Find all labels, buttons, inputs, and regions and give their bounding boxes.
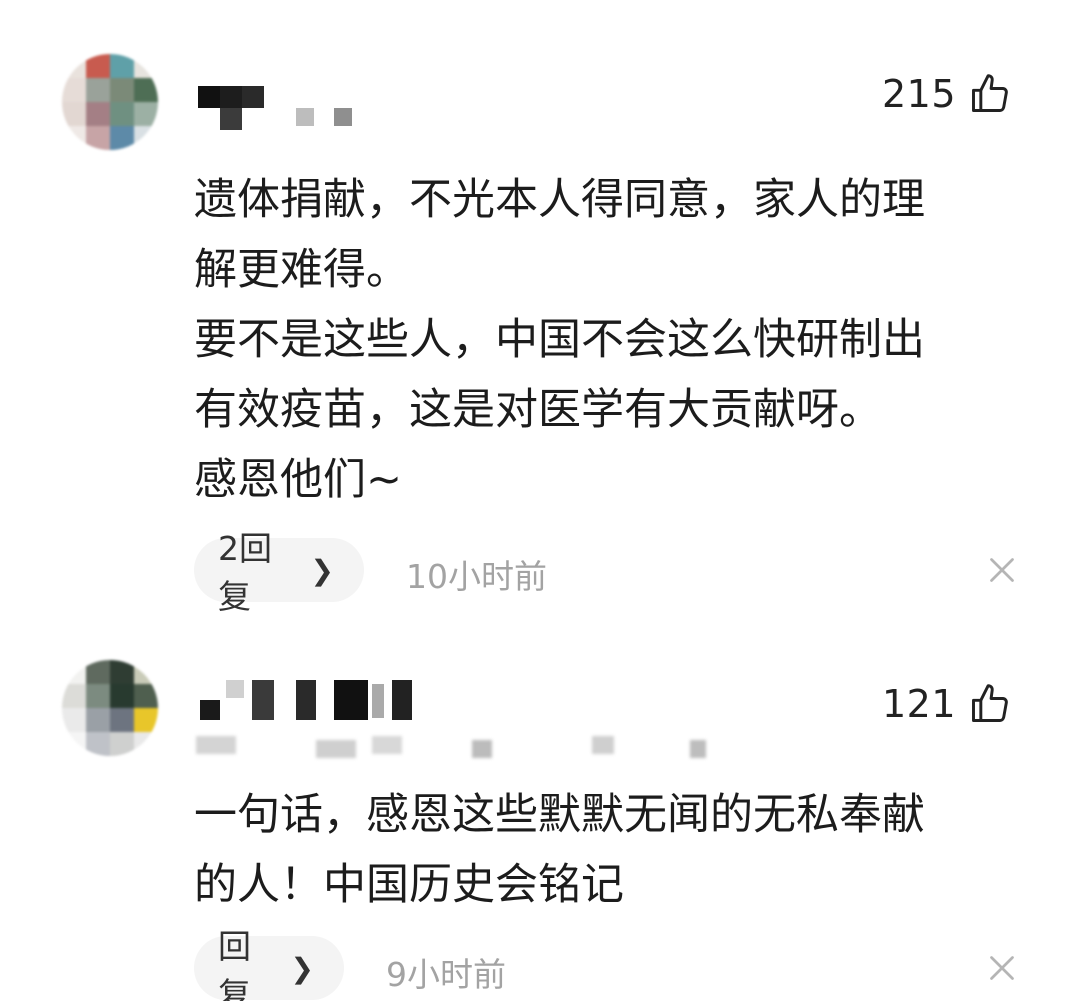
- comment-item: 215 遗体捐献，不光本人得同意，家人的理 解更难得。 要不是这些人，中国不会这…: [0, 0, 1080, 620]
- thumbs-up-icon[interactable]: [968, 682, 1012, 726]
- username-censored[interactable]: [196, 676, 426, 726]
- chevron-right-icon: ❯: [290, 951, 314, 985]
- avatar[interactable]: [62, 54, 158, 150]
- reply-label: 2回复: [218, 529, 272, 616]
- comment-text: 一句话，感恩这些默默无闻的无私奉献 的人！中国历史会铭记: [194, 790, 925, 910]
- like-counter[interactable]: 121: [882, 682, 1012, 726]
- comment-item: 121 一句话，感恩这些默默无闻的无私奉献 的人！中国历史会铭记 回复 ❯ 9小…: [0, 640, 1080, 1001]
- user-subtitle-censored: [196, 726, 836, 762]
- chevron-right-icon: ❯: [310, 553, 334, 587]
- reply-label: 回复: [218, 927, 251, 1001]
- comment-feed: 215 遗体捐献，不光本人得同意，家人的理 解更难得。 要不是这些人，中国不会这…: [0, 0, 1080, 1001]
- comment-text: 遗体捐献，不光本人得同意，家人的理 解更难得。 要不是这些人，中国不会这么快研制…: [194, 175, 925, 505]
- reply-button[interactable]: 回复 ❯: [194, 927, 344, 1001]
- timestamp: 10小时前: [406, 557, 547, 596]
- like-count: 215: [881, 72, 956, 116]
- like-counter[interactable]: 215: [882, 72, 1012, 116]
- avatar[interactable]: [62, 660, 158, 756]
- timestamp: 9小时前: [386, 955, 506, 994]
- comment-footer: 回复 ❯ 9小时前: [194, 927, 1020, 1001]
- username-censored[interactable]: [196, 82, 366, 132]
- comment-footer: 2回复 ❯ 10小时前: [194, 529, 1020, 616]
- like-count: 121: [881, 682, 956, 726]
- close-icon[interactable]: [984, 950, 1020, 986]
- close-icon[interactable]: [984, 552, 1020, 588]
- thumbs-up-icon[interactable]: [968, 72, 1012, 116]
- reply-button[interactable]: 2回复 ❯: [194, 529, 364, 616]
